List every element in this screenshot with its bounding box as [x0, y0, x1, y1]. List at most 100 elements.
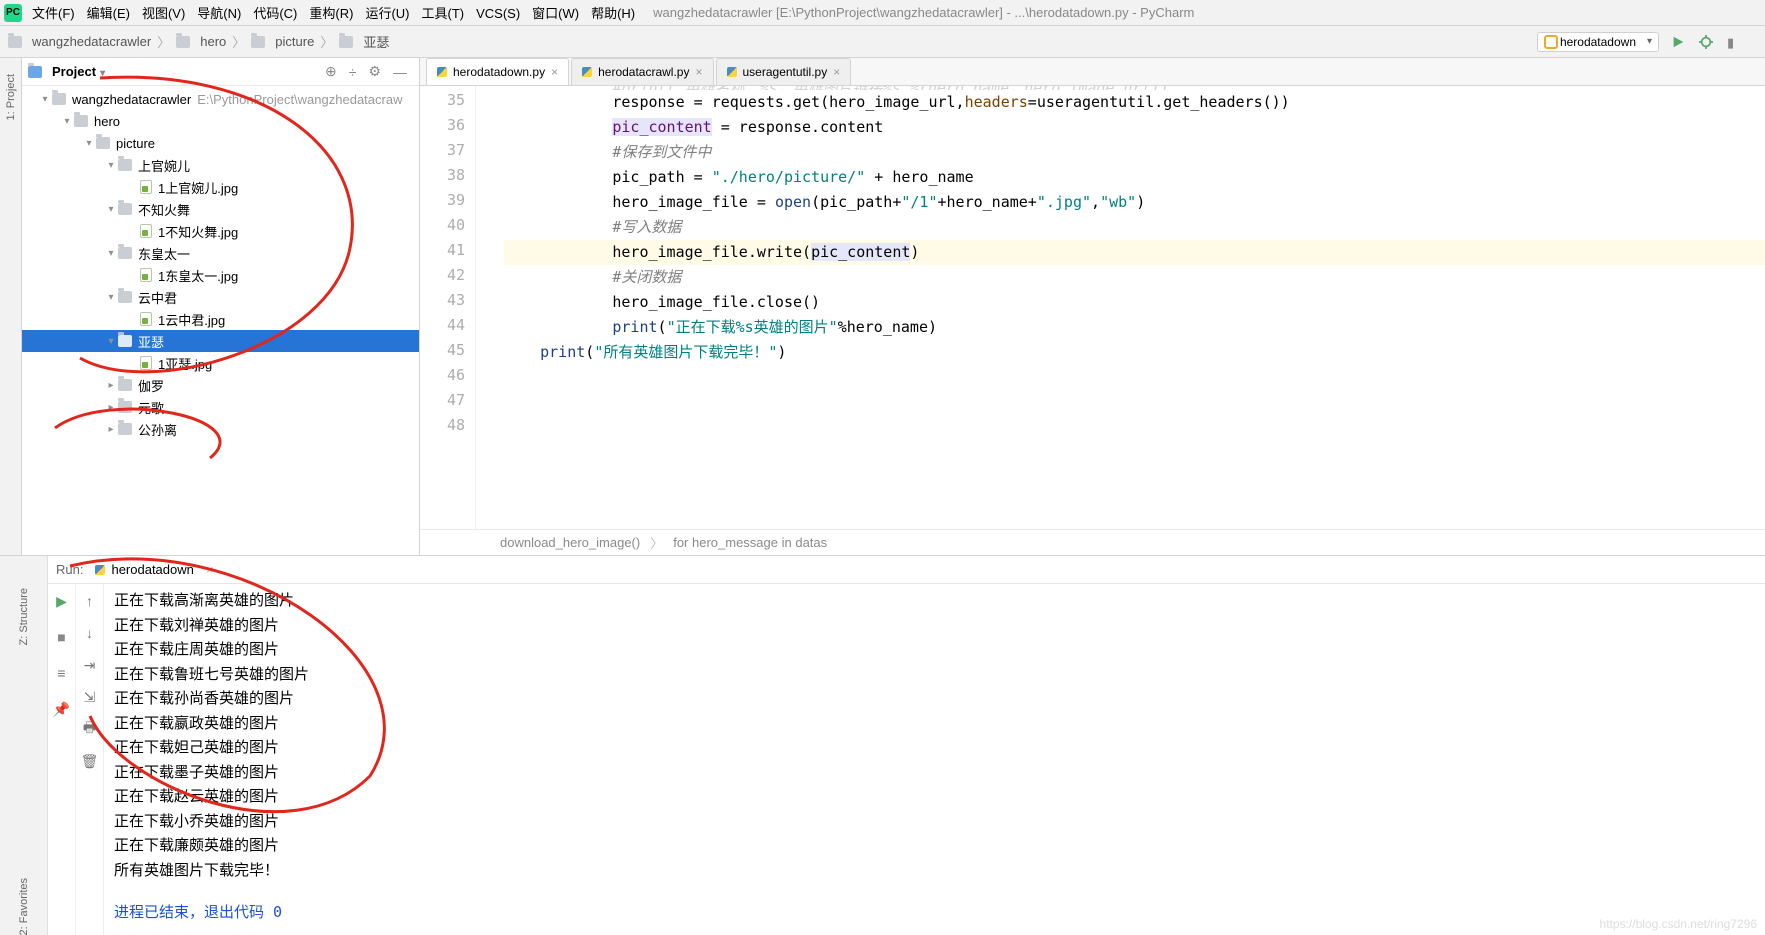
- more-actions-icon[interactable]: ▮: [1727, 35, 1741, 49]
- stop-icon[interactable]: ■: [51, 626, 73, 648]
- console-output[interactable]: 正在下载高渐离英雄的图片正在下载刘禅英雄的图片正在下载庄周英雄的图片正在下载鲁班…: [104, 584, 1765, 935]
- close-icon[interactable]: ×: [695, 65, 702, 79]
- run-icon[interactable]: [1671, 35, 1685, 49]
- python-icon: [582, 67, 592, 77]
- project-panel-title[interactable]: Project: [52, 64, 105, 79]
- side-tab-project[interactable]: 1: Project: [3, 66, 19, 128]
- project-panel: Project ⊕ ÷ ⚙ — wangzhedatacrawlerE:\Pyt…: [22, 58, 420, 555]
- close-icon[interactable]: ×: [551, 65, 558, 79]
- tree-row[interactable]: 亚瑟: [22, 330, 419, 352]
- up-icon[interactable]: ↑: [79, 590, 101, 612]
- line-gutter: 3536373839404142434445464748: [420, 86, 476, 529]
- toolbar-actions: ▮: [1671, 35, 1741, 49]
- breadcrumb-item[interactable]: wangzhedatacrawler: [8, 34, 151, 49]
- console-line: 正在下载刘禅英雄的图片: [114, 613, 1755, 638]
- code-content[interactable]: #print("英雄名称：%s，英雄图片链接%s"%(hero_name，her…: [494, 86, 1765, 529]
- layout-icon[interactable]: ≡: [51, 662, 73, 684]
- tree-row[interactable]: 1上官婉儿.jpg: [22, 176, 419, 198]
- menu-item[interactable]: 导航(N): [191, 4, 247, 23]
- code-editor[interactable]: 3536373839404142434445464748 #print("英雄名…: [420, 86, 1765, 529]
- console-line: 正在下载赵云英雄的图片: [114, 784, 1755, 809]
- tree-row[interactable]: 1云中君.jpg: [22, 308, 419, 330]
- navigation-bar: wangzhedatacrawler〉hero〉picture〉亚瑟 herod…: [0, 26, 1765, 58]
- menu-item[interactable]: 帮助(H): [585, 4, 641, 23]
- menu-item[interactable]: 代码(C): [247, 4, 303, 23]
- left-tool-strip: 1: Project: [0, 58, 22, 555]
- tree-row[interactable]: 伽罗: [22, 374, 419, 396]
- python-icon: [437, 67, 447, 77]
- breadcrumb-item[interactable]: hero: [176, 34, 226, 49]
- tree-row[interactable]: hero: [22, 110, 419, 132]
- exit-line: 进程已结束，退出代码 0: [114, 900, 1755, 925]
- console-line: 所有英雄图片下载完毕！: [114, 858, 1755, 883]
- menu-item[interactable]: 运行(U): [359, 4, 415, 23]
- console-line: 正在下载小乔英雄的图片: [114, 809, 1755, 834]
- python-icon: [727, 67, 737, 77]
- tree-row[interactable]: 公孙离: [22, 418, 419, 440]
- editor-area: herodatadown.py×herodatacrawl.py×userage…: [420, 58, 1765, 555]
- side-tab-structure[interactable]: Z: Structure: [18, 588, 30, 645]
- menu-item[interactable]: 工具(T): [415, 4, 470, 23]
- editor-breadcrumb: download_hero_image()〉for hero_message i…: [420, 529, 1765, 555]
- menu-item[interactable]: VCS(S): [470, 4, 526, 23]
- side-tab-favorites[interactable]: 2: Favorites: [18, 878, 30, 935]
- run-config-name[interactable]: herodatadown×: [95, 562, 213, 577]
- console-line: 正在下载墨子英雄的图片: [114, 760, 1755, 785]
- breadcrumb-item[interactable]: picture: [251, 34, 314, 49]
- wrap-icon[interactable]: ⇥: [79, 654, 101, 676]
- tree-row[interactable]: 云中君: [22, 286, 419, 308]
- run-config-select[interactable]: herodatadown: [1537, 32, 1659, 52]
- project-tree[interactable]: wangzhedatacrawlerE:\PythonProject\wangz…: [22, 86, 419, 555]
- tree-row[interactable]: 1不知火舞.jpg: [22, 220, 419, 242]
- breadcrumb-item[interactable]: 亚瑟: [339, 32, 389, 51]
- debug-icon[interactable]: [1699, 35, 1713, 49]
- console-line: 正在下载嬴政英雄的图片: [114, 711, 1755, 736]
- menubar: PC 文件(F)编辑(E)视图(V)导航(N)代码(C)重构(R)运行(U)工具…: [0, 0, 1765, 26]
- menu-item[interactable]: 重构(R): [303, 4, 359, 23]
- tree-row[interactable]: wangzhedatacrawlerE:\PythonProject\wangz…: [22, 88, 419, 110]
- editor-tab[interactable]: herodatacrawl.py×: [571, 58, 713, 85]
- rerun-icon[interactable]: ▶: [51, 590, 73, 612]
- tree-row[interactable]: picture: [22, 132, 419, 154]
- tree-row[interactable]: 上官婉儿: [22, 154, 419, 176]
- console-line: 正在下载孙尚香英雄的图片: [114, 686, 1755, 711]
- locate-icon[interactable]: ⊕: [325, 63, 337, 80]
- print-icon[interactable]: 🖶: [79, 718, 101, 740]
- fold-column: [476, 86, 494, 529]
- editor-tabs: herodatadown.py×herodatacrawl.py×userage…: [420, 58, 1765, 86]
- console: ▶ ■ ≡ 📌 ↑ ↓ ⇥ ⇲ 🖶 🗑 正在下载高渐离英雄的图片正在下载刘禅英雄…: [48, 584, 1765, 935]
- tree-row[interactable]: 东皇太一: [22, 242, 419, 264]
- hide-icon[interactable]: —: [393, 64, 407, 80]
- trash-icon[interactable]: 🗑: [79, 750, 101, 772]
- menu-item[interactable]: 窗口(W): [526, 4, 585, 23]
- breadcrumb: wangzhedatacrawler〉hero〉picture〉亚瑟: [8, 32, 1537, 51]
- console-tools: ↑ ↓ ⇥ ⇲ 🖶 🗑: [76, 584, 104, 935]
- down-icon[interactable]: ↓: [79, 622, 101, 644]
- menu-item[interactable]: 文件(F): [26, 4, 81, 23]
- run-panel-left-gutter: Z: Structure 2: Favorites: [0, 556, 48, 935]
- run-label: Run:: [56, 562, 83, 577]
- pycharm-icon: PC: [4, 4, 22, 22]
- collapse-icon[interactable]: ÷: [349, 64, 357, 80]
- console-line: 正在下载庄周英雄的图片: [114, 637, 1755, 662]
- menu-item[interactable]: 编辑(E): [81, 4, 136, 23]
- editor-tab[interactable]: useragentutil.py×: [716, 58, 852, 85]
- window-title: wangzhedatacrawler [E:\PythonProject\wan…: [653, 5, 1194, 20]
- scroll-icon[interactable]: ⇲: [79, 686, 101, 708]
- console-line: 正在下载高渐离英雄的图片: [114, 588, 1755, 613]
- watermark: https://blog.csdn.net/ring7296: [1600, 917, 1757, 931]
- editor-tab[interactable]: herodatadown.py×: [426, 58, 569, 85]
- close-icon[interactable]: ×: [833, 65, 840, 79]
- tree-row[interactable]: 1东皇太一.jpg: [22, 264, 419, 286]
- app-root: PC 文件(F)编辑(E)视图(V)导航(N)代码(C)重构(R)运行(U)工具…: [0, 0, 1765, 935]
- console-line: 正在下载鲁班七号英雄的图片: [114, 662, 1755, 687]
- main-area: 1: Project Project ⊕ ÷ ⚙ — wangzhedatacr…: [0, 58, 1765, 555]
- run-panel-header: Run: herodatadown×: [48, 556, 1765, 584]
- tree-row[interactable]: 1亚瑟.jpg: [22, 352, 419, 374]
- menu-item[interactable]: 视图(V): [136, 4, 191, 23]
- gear-icon[interactable]: ⚙: [368, 63, 381, 80]
- tree-row[interactable]: 元歌: [22, 396, 419, 418]
- pin-icon[interactable]: 📌: [51, 698, 73, 720]
- project-panel-header: Project ⊕ ÷ ⚙ —: [22, 58, 419, 86]
- tree-row[interactable]: 不知火舞: [22, 198, 419, 220]
